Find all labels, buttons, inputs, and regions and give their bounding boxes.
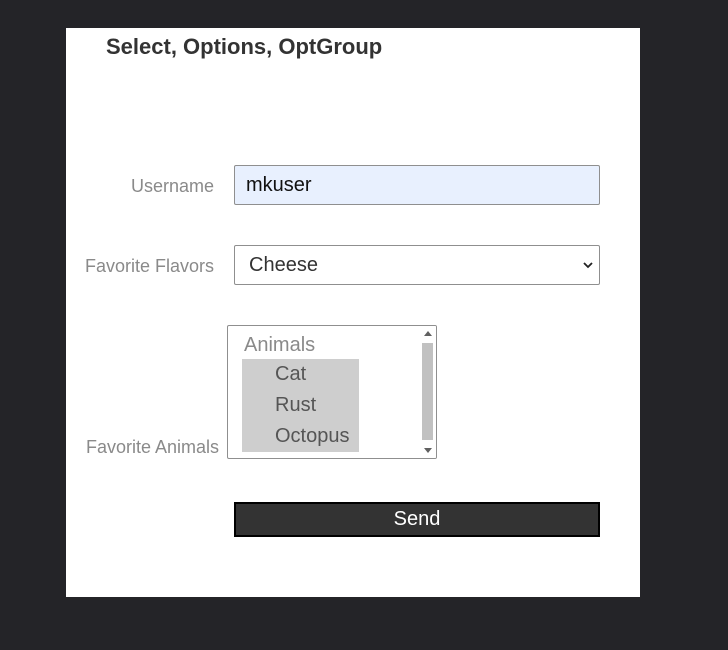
- username-label: Username: [130, 176, 214, 196]
- scroll-up-arrow-icon[interactable]: [419, 326, 436, 341]
- scroll-thumb[interactable]: [422, 343, 433, 440]
- favorite-flavors-selected-value: Cheese: [249, 254, 318, 276]
- username-input[interactable]: mkuser: [234, 165, 600, 205]
- scroll-down-arrow-icon[interactable]: [419, 443, 436, 458]
- favorite-animals-label: Favorite Animals: [86, 437, 220, 457]
- form-panel: Select, Options, OptGroup Username mkuse…: [66, 28, 640, 597]
- option-octopus[interactable]: Octopus: [242, 421, 359, 452]
- listbox-scrollbar[interactable]: [419, 326, 436, 458]
- chevron-down-icon: [583, 246, 593, 284]
- favorite-animals-listbox[interactable]: Animals Cat Rust Octopus: [227, 325, 437, 459]
- optgroup-animals-label: Animals: [244, 334, 316, 356]
- page-title: Select, Options, OptGroup: [106, 34, 383, 59]
- favorite-flavors-select[interactable]: Cheese: [234, 245, 600, 285]
- option-cat[interactable]: Cat: [242, 359, 359, 390]
- option-rust[interactable]: Rust: [242, 390, 359, 421]
- favorite-flavors-label: Favorite Flavors: [84, 256, 214, 276]
- send-button[interactable]: Send: [234, 502, 600, 537]
